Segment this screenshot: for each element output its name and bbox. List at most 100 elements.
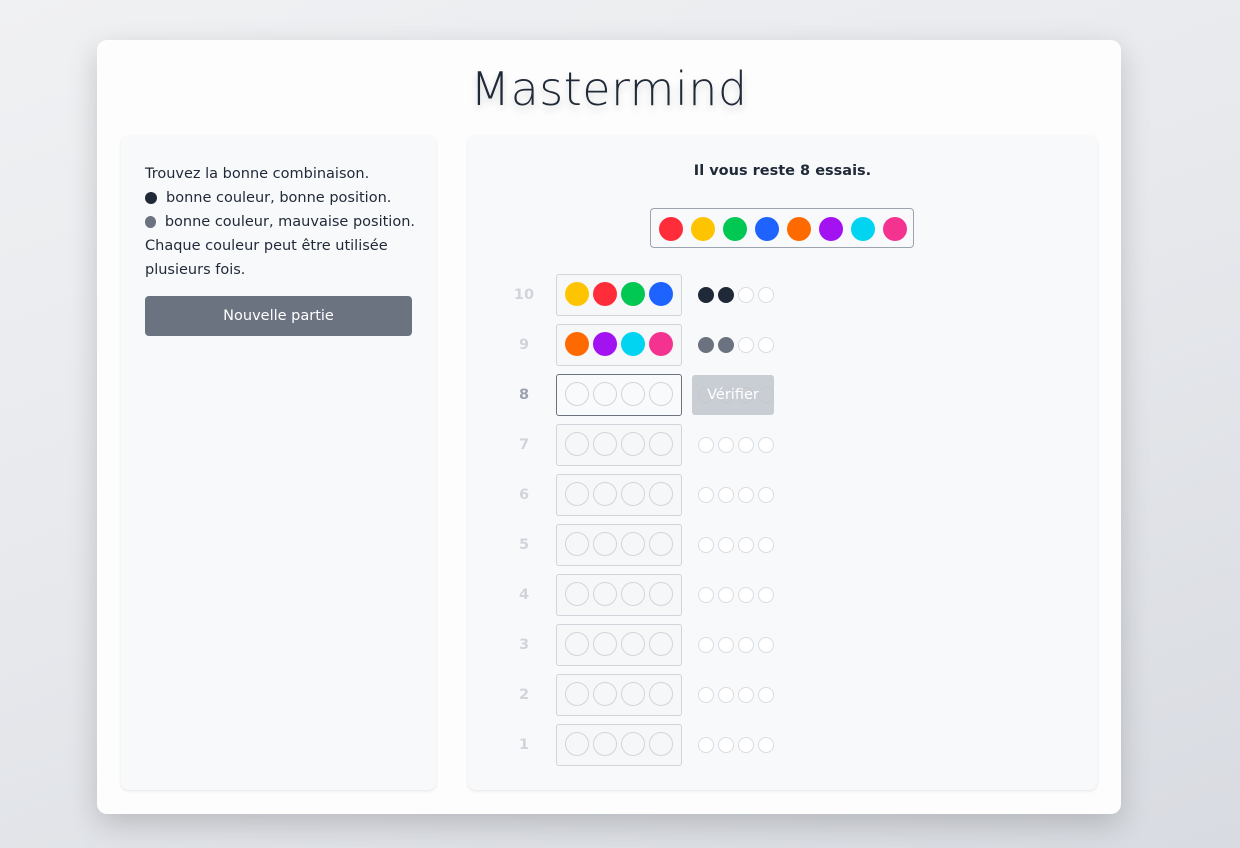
guess-row-5: 5	[500, 524, 800, 566]
guess-slots	[556, 674, 682, 716]
empty-slot	[565, 532, 589, 556]
palette-peg-pink[interactable]	[883, 217, 907, 241]
empty-slot	[649, 432, 673, 456]
palette-peg-green[interactable]	[723, 217, 747, 241]
feedback-pegs	[698, 537, 778, 553]
palette-peg-cyan[interactable]	[851, 217, 875, 241]
feedback-peg-empty	[758, 587, 774, 603]
feedback-peg-empty	[718, 537, 734, 553]
empty-slot[interactable]	[565, 382, 589, 406]
guess-row-1: 1	[500, 724, 800, 766]
verify-button[interactable]: Vérifier	[692, 375, 774, 415]
guess-row-10: 10	[500, 274, 800, 316]
feedback-peg-empty	[738, 287, 754, 303]
feedback-peg-empty	[738, 687, 754, 703]
palette-peg-yellow[interactable]	[691, 217, 715, 241]
row-number: 2	[518, 687, 530, 703]
feedback-peg-empty	[698, 437, 714, 453]
gray-peg-legend-icon	[145, 216, 156, 228]
feedback-peg-empty	[698, 587, 714, 603]
feedback-peg-empty	[718, 637, 734, 653]
empty-slot	[565, 732, 589, 756]
empty-slot	[649, 532, 673, 556]
guess-slots	[556, 574, 682, 616]
empty-slot	[621, 582, 645, 606]
empty-slot[interactable]	[621, 382, 645, 406]
guess-slots	[556, 324, 682, 366]
guess-row-4: 4	[500, 574, 800, 616]
feedback-peg-empty	[738, 737, 754, 753]
empty-slot	[621, 682, 645, 706]
rule-black-peg: bonne couleur, bonne position.	[145, 186, 415, 210]
empty-slot	[621, 532, 645, 556]
empty-slot	[593, 582, 617, 606]
guess-peg-blue	[649, 282, 673, 306]
feedback-peg-empty	[738, 537, 754, 553]
empty-slot	[593, 632, 617, 656]
feedback-peg-empty	[738, 437, 754, 453]
feedback-peg-empty	[698, 537, 714, 553]
feedback-peg-empty	[758, 337, 774, 353]
feedback-pegs	[698, 637, 778, 653]
feedback-peg-empty	[758, 537, 774, 553]
guess-row-3: 3	[500, 624, 800, 666]
feedback-peg-empty	[698, 487, 714, 503]
empty-slot	[565, 682, 589, 706]
new-game-button[interactable]: Nouvelle partie	[145, 296, 412, 336]
black-peg-legend-icon	[145, 192, 157, 204]
row-number: 1	[518, 737, 530, 753]
empty-slot	[649, 582, 673, 606]
feedback-pegs	[698, 487, 778, 503]
feedback-peg-empty	[738, 637, 754, 653]
tries-remaining: Il vous reste 8 essais.	[693, 163, 872, 179]
empty-slot	[593, 432, 617, 456]
rule-black-peg-label: bonne couleur, bonne position.	[166, 190, 392, 206]
guess-row-7: 7	[500, 424, 800, 466]
guess-row-6: 6	[500, 474, 800, 516]
palette-peg-orange[interactable]	[787, 217, 811, 241]
feedback-peg-empty	[718, 487, 734, 503]
row-number: 6	[518, 487, 530, 503]
row-number: 9	[518, 337, 530, 353]
rule-gray-peg: bonne couleur, mauvaise position.	[145, 210, 415, 234]
feedback-pegs	[698, 587, 778, 603]
page-title: Mastermind	[470, 62, 748, 116]
palette-peg-purple[interactable]	[819, 217, 843, 241]
guess-row-8: 8 Vérifier	[500, 374, 800, 416]
empty-slot	[565, 582, 589, 606]
feedback-peg-empty	[698, 637, 714, 653]
rules-text: Trouvez la bonne combinaison. bonne coul…	[145, 162, 415, 282]
feedback-pegs	[698, 687, 778, 703]
guess-peg-pink	[649, 332, 673, 356]
empty-slot[interactable]	[593, 382, 617, 406]
row-number: 4	[518, 587, 530, 603]
row-number: 10	[513, 287, 535, 303]
feedback-peg-empty	[758, 487, 774, 503]
empty-slot	[621, 432, 645, 456]
palette-peg-red[interactable]	[659, 217, 683, 241]
guess-peg-green	[621, 282, 645, 306]
feedback-peg-empty	[718, 687, 734, 703]
empty-slot[interactable]	[649, 382, 673, 406]
empty-slot	[621, 482, 645, 506]
empty-slot	[621, 732, 645, 756]
feedback-peg-empty	[718, 437, 734, 453]
empty-slot	[565, 432, 589, 456]
guess-slots	[556, 474, 682, 516]
feedback-peg-black	[718, 287, 734, 303]
guess-peg-red	[593, 282, 617, 306]
guess-row-2: 2	[500, 674, 800, 716]
feedback-peg-empty	[758, 437, 774, 453]
empty-slot	[649, 682, 673, 706]
feedback-peg-empty	[698, 737, 714, 753]
feedback-peg-empty	[698, 687, 714, 703]
empty-slot	[593, 532, 617, 556]
empty-slot	[593, 682, 617, 706]
empty-slot	[649, 632, 673, 656]
feedback-peg-gray	[698, 337, 714, 353]
row-number: 3	[518, 637, 530, 653]
guess-slots	[556, 274, 682, 316]
feedback-peg-empty	[718, 587, 734, 603]
feedback-pegs	[698, 287, 778, 303]
palette-peg-blue[interactable]	[755, 217, 779, 241]
